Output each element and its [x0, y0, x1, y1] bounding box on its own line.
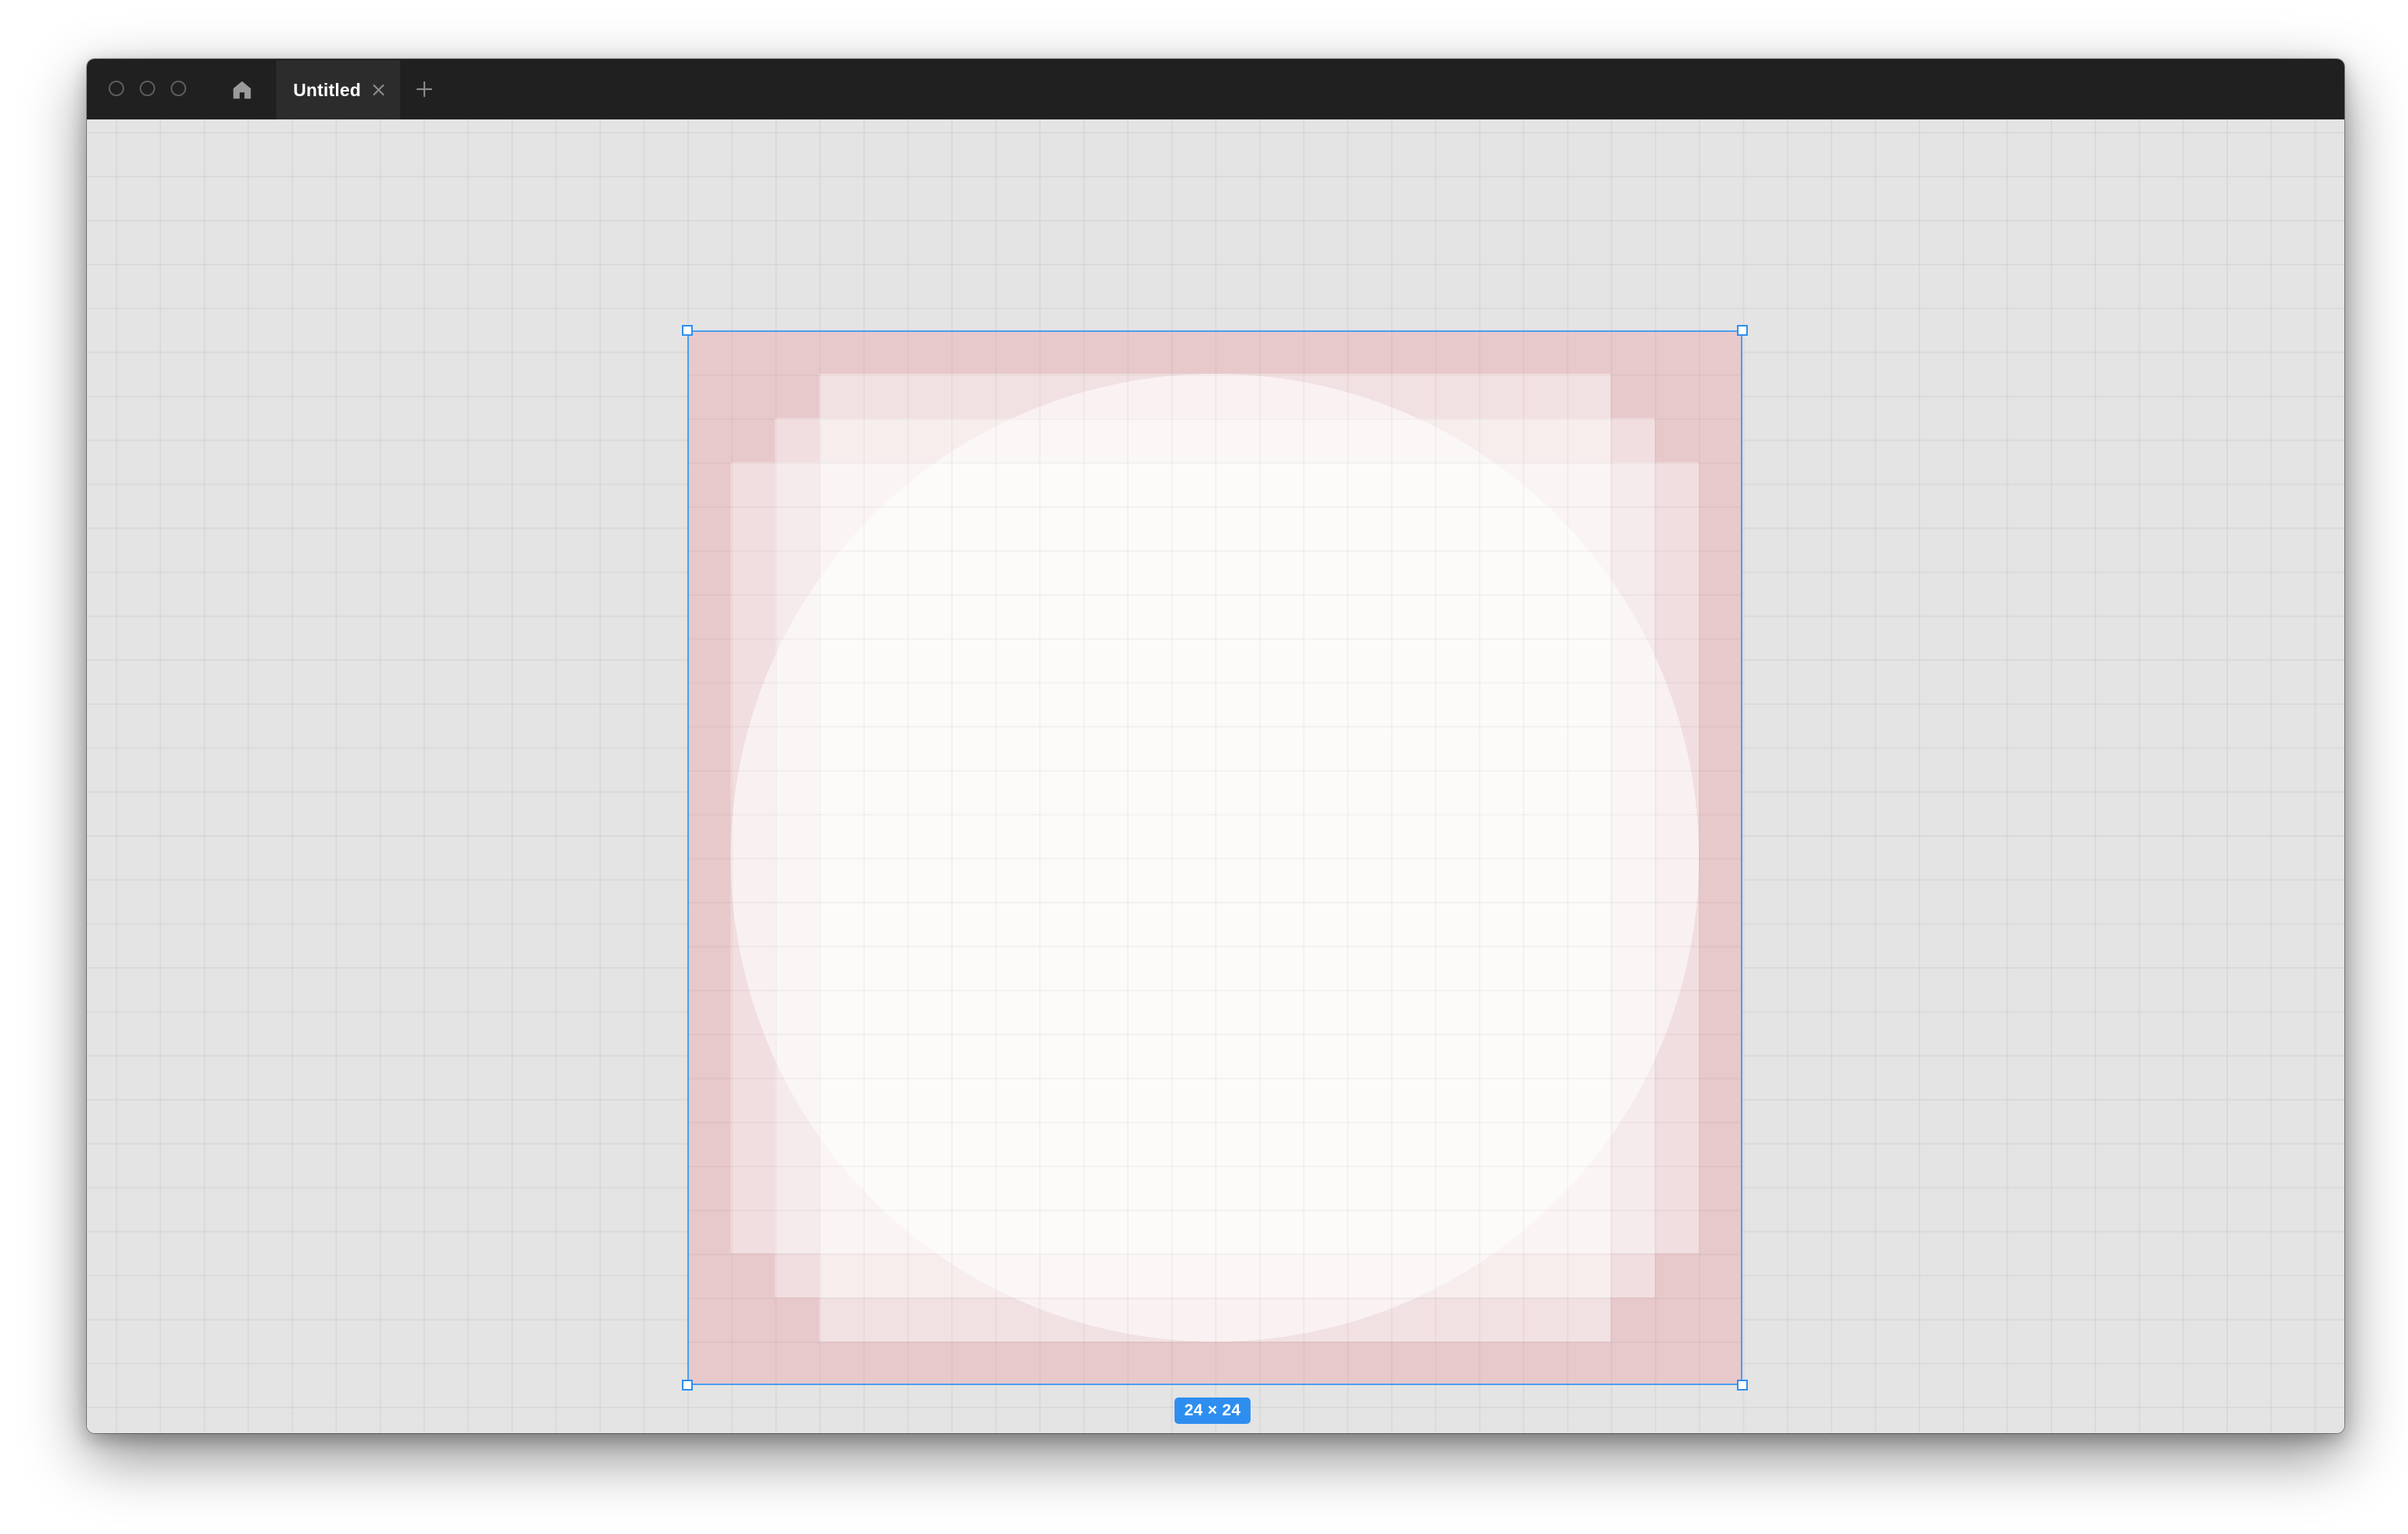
close-icon	[372, 84, 385, 96]
window-close-button[interactable]	[109, 81, 124, 96]
resize-handle-bottom-left[interactable]	[682, 1380, 693, 1391]
selected-frame[interactable]	[687, 330, 1742, 1385]
resize-handle-bottom-right[interactable]	[1737, 1380, 1748, 1391]
home-button[interactable]	[227, 74, 258, 105]
tab-close-button[interactable]	[369, 81, 388, 99]
window-minimize-button[interactable]	[140, 81, 155, 96]
size-badge: 24 × 24	[1175, 1398, 1251, 1424]
app-window: Untitled 24 × 24	[87, 59, 2344, 1433]
tab-untitled[interactable]: Untitled	[276, 60, 400, 119]
new-tab-button[interactable]	[411, 76, 438, 102]
keyline-circle	[731, 374, 1699, 1342]
resize-handle-top-left[interactable]	[682, 325, 693, 336]
tab-label: Untitled	[293, 79, 362, 100]
home-icon	[233, 81, 251, 99]
window-maximize-button[interactable]	[171, 81, 186, 96]
design-canvas[interactable]: 24 × 24	[87, 119, 2344, 1433]
plus-icon	[416, 81, 433, 98]
resize-handle-top-right[interactable]	[1737, 325, 1748, 336]
title-bar: Untitled	[87, 59, 2344, 119]
